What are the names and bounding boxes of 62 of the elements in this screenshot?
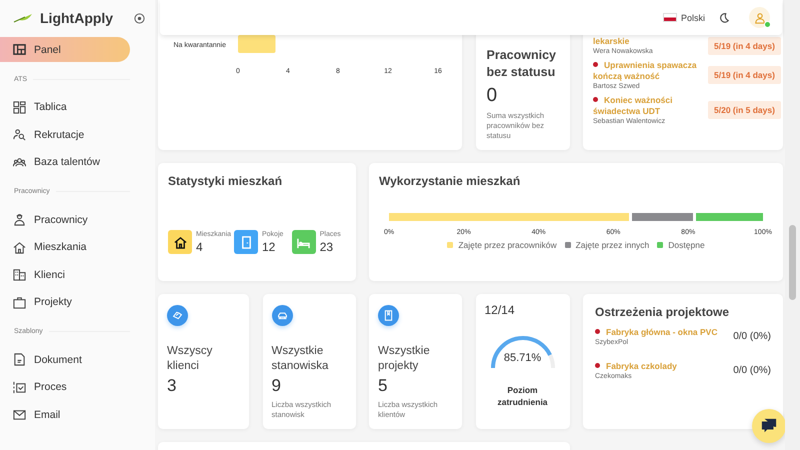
stat-value: 4 [196, 240, 204, 254]
legend-swatch [564, 242, 571, 248]
nav-item[interactable]: Proces [0, 374, 130, 400]
nav-item[interactable]: Panel [0, 37, 130, 62]
worker-icon [13, 213, 26, 226]
group-icon [13, 156, 26, 168]
nav-item[interactable]: Projekty [0, 290, 130, 314]
document-icon [13, 353, 26, 366]
car-icon [272, 305, 292, 326]
legend-label: Dostępne [668, 240, 705, 250]
project-ratio: 0/0 (0%) [733, 331, 771, 342]
due-date-badge: 5/19 (in 4 days) [708, 66, 781, 84]
chat-icon [760, 418, 778, 434]
book-icon [378, 305, 399, 326]
nav-item[interactable]: Pracownicy [0, 207, 130, 232]
card-title: Wszyscy klienci [167, 344, 214, 374]
gauge-label: Poziom zatrudnienia [496, 384, 549, 408]
legend-label: Zajęte przez pracowników [458, 240, 557, 250]
card-title: Ostrzeżenia projektowe [595, 305, 730, 319]
card-title: Statystyki mieszkań [168, 174, 284, 188]
nav-item[interactable]: Mieszkania [0, 234, 130, 260]
nav-item[interactable]: Email [0, 402, 130, 427]
legend-swatch [657, 242, 664, 248]
process-icon [13, 380, 26, 394]
target-icon[interactable] [134, 12, 145, 24]
stat-value: 9 [272, 376, 282, 396]
language-selector[interactable]: Polski [662, 12, 705, 22]
card-title: Pracownicy bez statusu [486, 47, 557, 81]
app-logo: LightApply [40, 10, 114, 26]
stat-value: 12 [262, 240, 276, 254]
legend-label: Zajęte przez innych [576, 240, 650, 250]
bar [238, 35, 276, 53]
dashboard-icon [13, 43, 26, 56]
stat-value: 0 [486, 85, 498, 107]
card-title: Wykorzystanie mieszkań [379, 174, 522, 188]
card-title: Wszystkie stanowiska [272, 344, 330, 374]
briefcase-icon [13, 296, 26, 308]
nav-item[interactable]: Klienci [0, 262, 130, 287]
gauge-percent: 85.71% [502, 352, 542, 364]
stat-value: 5 [378, 376, 388, 396]
card-title: Wszystkie projekty [378, 344, 431, 374]
mail-icon [13, 408, 26, 421]
grid-icon [13, 100, 26, 114]
house-icon [13, 240, 26, 254]
person-icon [754, 12, 766, 24]
nav-item[interactable]: Tablica [0, 94, 130, 120]
stat-value: 3 [167, 376, 178, 396]
nav-item[interactable]: Rekrutacje [0, 122, 130, 147]
nav-item[interactable]: Baza talentów [0, 150, 130, 174]
leaf-logo-icon [13, 13, 33, 23]
legend-swatch [447, 242, 454, 248]
flag-icon [662, 13, 677, 22]
due-date-badge: 5/20 (in 5 days) [708, 101, 781, 119]
stat-value: 23 [320, 240, 334, 254]
moon-icon[interactable] [718, 12, 730, 24]
ratio-value: 12/14 [484, 303, 515, 317]
people-search-icon [13, 128, 26, 141]
nav-item[interactable]: Dokument [0, 347, 130, 372]
due-date-badge: 5/19 (in 4 days) [708, 36, 781, 54]
scrollbar[interactable] [785, 0, 800, 450]
building-icon [13, 268, 26, 281]
project-ratio: 0/0 (0%) [733, 365, 771, 376]
